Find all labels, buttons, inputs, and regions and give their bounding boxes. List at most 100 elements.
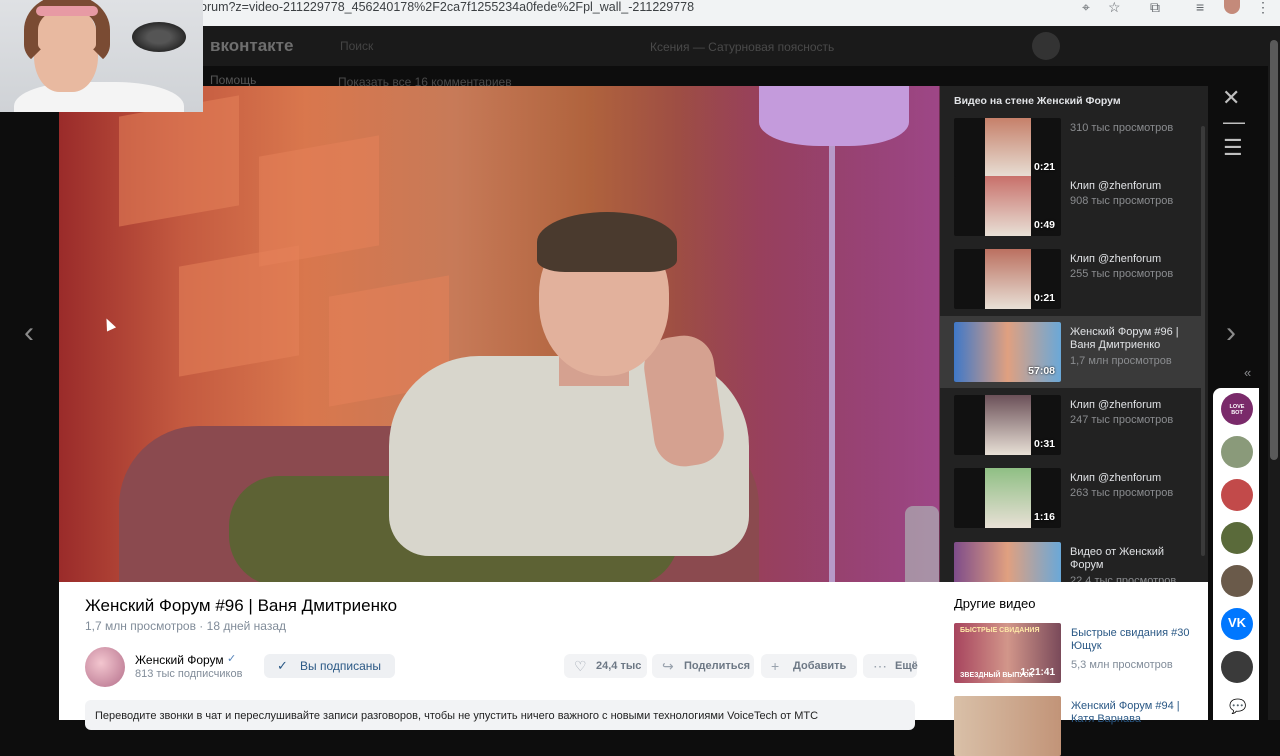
other-video-banner-top: БЫСТРЫЕ СВИДАНИЯ xyxy=(960,627,1040,634)
close-icon[interactable]: ✕ xyxy=(1222,87,1240,109)
media-icon[interactable]: ≡ xyxy=(1196,0,1204,14)
other-video-duration: 1:21:41 xyxy=(1020,667,1055,678)
playlist-item-views: 908 тыс просмотров xyxy=(1070,195,1174,207)
playlist-thumbnail[interactable]: 0:21 xyxy=(954,249,1061,309)
playlist-item-title[interactable]: Клип @zhenforum xyxy=(1070,472,1195,485)
playlist-item-views: 22,4 тыс просмотров xyxy=(1070,575,1177,582)
header-player-text: Ксения — Сатурновая поясность xyxy=(650,40,835,54)
chat-avatar[interactable] xyxy=(1221,479,1253,511)
prev-video-arrow-icon[interactable]: ‹ xyxy=(24,318,34,348)
other-video-thumbnail[interactable] xyxy=(954,696,1061,756)
like-button[interactable]: ♡ 24,4 тыс xyxy=(564,654,647,678)
playlist-thumbnail[interactable] xyxy=(954,542,1061,582)
check-icon: ✓ xyxy=(277,658,288,673)
other-video-thumbnail[interactable]: БЫСТРЫЕ СВИДАНИЯ ЗВЕЗДНЫЙ ВЫПУСК 1:21:41 xyxy=(954,623,1061,683)
playlist-item-views: 255 тыс просмотров xyxy=(1070,268,1174,280)
playlist-item-title[interactable]: Женский Форум #96 | Ваня Дмитриенко xyxy=(1070,326,1195,352)
chat-avatar[interactable] xyxy=(1221,565,1253,597)
playlist-item-title[interactable]: Клип @zhenforum xyxy=(1070,399,1195,412)
other-videos-title: Другие видео xyxy=(954,596,1036,611)
other-video-title[interactable]: Женский Форум #94 | Катя Варнава xyxy=(1071,700,1196,726)
upload-age: 18 дней назад xyxy=(206,619,287,633)
other-videos-panel: Другие видео БЫСТРЫЕ СВИДАНИЯ ЗВЕЗДНЫЙ В… xyxy=(940,582,1208,756)
person-hair xyxy=(537,212,677,272)
address-url[interactable]: orum?z=video-211229778_456240178%2F2ca7f… xyxy=(200,0,694,14)
playlist-duration: 57:08 xyxy=(1028,365,1055,377)
playlist-thumbnail[interactable]: 0:49 xyxy=(954,176,1061,236)
other-video-item[interactable]: БЫСТРЫЕ СВИДАНИЯ ЗВЕЗДНЫЙ ВЫПУСК 1:21:41… xyxy=(954,623,1204,683)
playlist-thumbnail[interactable]: 57:08 xyxy=(954,322,1061,382)
playlist-item[interactable]: 57:08 Женский Форум #96 | Ваня Дмитриенко… xyxy=(940,316,1202,388)
chat-avatar[interactable] xyxy=(1221,522,1253,554)
playlist-item[interactable]: 0:21 Клип @zhenforum 255 тыс просмотров xyxy=(940,249,1202,321)
more-label: Ещё xyxy=(895,660,918,672)
wall-panel xyxy=(119,95,239,227)
playlist-duration: 1:16 xyxy=(1033,511,1055,523)
playlist-thumbnail[interactable]: 1:16 xyxy=(954,468,1061,528)
search-input[interactable]: Поиск xyxy=(330,36,530,56)
playlist-item-title[interactable]: Клип @zhenforum xyxy=(1070,253,1195,266)
location-icon[interactable]: ⌖ xyxy=(1082,0,1090,14)
menu-icon[interactable]: ⋮ xyxy=(1256,0,1270,14)
playlist-item-views: 310 тыс просмотров xyxy=(1070,122,1174,134)
like-count: 24,4 тыс xyxy=(596,660,642,672)
chat-avatar[interactable]: LOVE BOT xyxy=(1221,393,1253,425)
playlist-panel: Видео на стене Женский Форум 0:21 310 тыс… xyxy=(940,86,1208,582)
plus-icon: + xyxy=(771,658,780,674)
channel-subscribers: 813 тыс подписчиков xyxy=(135,668,243,680)
video-meta: 1,7 млн просмотров · 18 дней назад xyxy=(85,619,286,633)
playlist-thumbnail[interactable]: 0:21 xyxy=(954,118,1061,178)
playlist-item[interactable]: 0:49 Клип @zhenforum 908 тыс просмотров xyxy=(940,176,1202,248)
share-label: Поделиться xyxy=(684,660,751,672)
wall-panel xyxy=(179,245,299,377)
playlist-toggle-icon[interactable]: ☰ xyxy=(1223,137,1243,159)
playlist-item-views: 247 тыс просмотров xyxy=(1070,414,1174,426)
channel-avatar[interactable] xyxy=(85,647,125,687)
playlist-item-views: 1,7 млн просмотров xyxy=(1070,355,1172,367)
profile-avatar[interactable] xyxy=(1224,0,1240,14)
video-player[interactable] xyxy=(59,86,940,582)
playlist-item-views: 263 тыс просмотров xyxy=(1070,487,1174,499)
extension-icon[interactable]: ⧉ xyxy=(1150,0,1160,14)
playlist-item[interactable]: Видео от Женский Форум 22,4 тыс просмотро… xyxy=(940,542,1202,582)
verified-icon: ✓ xyxy=(227,653,237,665)
webcam-headband xyxy=(36,6,98,16)
lamp-pole xyxy=(829,146,835,582)
more-button[interactable]: ⋯ Ещё xyxy=(863,654,918,678)
thumbnail-image xyxy=(985,249,1031,309)
video-description: Переводите звонки в чат и переслушивайте… xyxy=(85,700,915,730)
chat-avatar[interactable] xyxy=(1221,436,1253,468)
channel-name[interactable]: Женский Форум xyxy=(135,653,224,667)
subscribed-button[interactable]: ✓ Вы подписаны xyxy=(264,654,395,678)
other-video-item[interactable]: Женский Форум #94 | Катя Варнава xyxy=(954,696,1204,756)
playlist-duration: 0:21 xyxy=(1033,161,1055,173)
playlist-duration: 0:49 xyxy=(1033,219,1055,231)
playlist-thumbnail[interactable]: 0:31 xyxy=(954,395,1061,455)
video-title: Женский Форум #96 | Ваня Дмитриенко xyxy=(85,596,398,615)
playlist-item[interactable]: 1:16 Клип @zhenforum 263 тыс просмотров xyxy=(940,468,1202,540)
subscribed-label: Вы подписаны xyxy=(300,659,381,673)
page-scrollbar-thumb[interactable] xyxy=(1270,40,1278,460)
user-avatar[interactable] xyxy=(1032,32,1060,60)
star-icon[interactable]: ☆ xyxy=(1108,0,1121,14)
webcam-body xyxy=(14,82,184,112)
vk-logo[interactable]: вконтакте xyxy=(210,36,293,56)
thumbnail-image xyxy=(954,542,1061,582)
other-video-title[interactable]: Быстрые свидания #30 Ющук xyxy=(1071,627,1196,653)
chat-avatar[interactable] xyxy=(1221,651,1253,683)
playlist-title: Видео на стене Женский Форум xyxy=(954,95,1121,107)
minimize-icon[interactable]: — xyxy=(1223,111,1245,133)
add-button[interactable]: + Добавить xyxy=(761,654,857,678)
thumbnail-image xyxy=(985,118,1031,178)
chat-avatar[interactable]: VK xyxy=(1221,608,1253,640)
message-icon[interactable]: 💬 xyxy=(1229,698,1246,715)
view-count: 1,7 млн просмотров xyxy=(85,619,196,633)
playlist-item-title[interactable]: Видео от Женский Форум xyxy=(1070,546,1195,572)
playlist-item-title[interactable]: Клип @zhenforum xyxy=(1070,180,1195,193)
playlist-item[interactable]: 0:31 Клип @zhenforum 247 тыс просмотров xyxy=(940,395,1202,467)
next-video-arrow-icon[interactable]: › xyxy=(1226,318,1236,348)
chat-avatar-label: LOVE BOT xyxy=(1229,404,1245,416)
collapse-chats-icon[interactable]: « xyxy=(1244,365,1251,380)
share-button[interactable]: ↪ Поделиться xyxy=(652,654,754,678)
glass-vase xyxy=(905,506,939,582)
